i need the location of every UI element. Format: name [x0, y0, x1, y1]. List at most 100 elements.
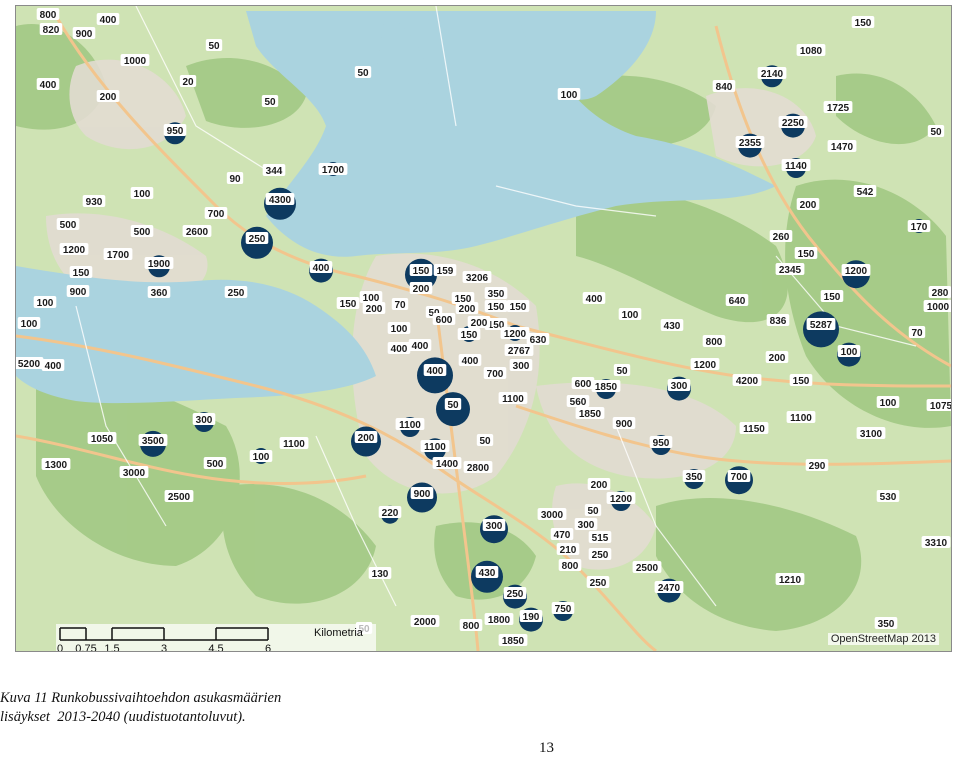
population-label: 950 [653, 438, 670, 449]
population-label: 100 [37, 298, 54, 309]
population-label: 750 [555, 604, 572, 615]
population-label: 250 [592, 550, 609, 561]
population-label: 350 [878, 619, 895, 630]
population-label: 840 [716, 82, 733, 93]
population-label: 2140 [761, 69, 784, 80]
population-label: 150 [73, 268, 90, 279]
population-label: 400 [427, 366, 444, 377]
caption-line-2a: lisäykset [0, 709, 50, 725]
population-label: 100 [253, 452, 270, 463]
scale-tick-label: 3 [161, 643, 167, 652]
population-label: 200 [471, 318, 488, 329]
map-credit: OpenStreetMap 2013 [827, 633, 939, 645]
population-label: 70 [911, 328, 923, 339]
population-label: 530 [880, 492, 897, 503]
population-label: 159 [437, 266, 454, 277]
population-label: 930 [86, 197, 103, 208]
population-label: 100 [21, 319, 38, 330]
population-label: 3000 [123, 468, 146, 479]
population-label: 500 [134, 227, 151, 238]
population-label: 250 [590, 578, 607, 589]
population-label: 1100 [790, 413, 812, 424]
population-label: 400 [40, 80, 57, 91]
population-label: 600 [575, 379, 592, 390]
population-label: 2470 [658, 583, 681, 594]
population-label: 50 [479, 436, 491, 447]
population-label: 1200 [63, 245, 86, 256]
population-label: 1100 [399, 420, 421, 431]
population-label: 430 [479, 568, 496, 579]
population-label: 400 [412, 341, 429, 352]
figure-caption: Kuva 11 Runkobussivaihtoehdon asukasmäär… [0, 689, 281, 727]
population-label: 100 [561, 90, 578, 101]
population-label: 836 [770, 316, 787, 327]
population-label: 200 [100, 92, 117, 103]
population-label: 1100 [424, 442, 446, 453]
population-label: 1100 [502, 394, 524, 405]
caption-line-2: lisäykset 2013-2040 (uudistuotantoluvut)… [0, 708, 281, 727]
population-label: 300 [486, 521, 503, 532]
population-label: 400 [45, 361, 62, 372]
population-label: 400 [391, 344, 408, 355]
population-label: 1000 [927, 302, 950, 313]
population-label: 150 [798, 249, 815, 260]
population-label: 1075 [930, 401, 951, 412]
population-label: 100 [880, 398, 897, 409]
population-label: 1800 [488, 615, 511, 626]
population-label: 200 [800, 200, 817, 211]
population-label: 2250 [782, 118, 805, 129]
population-label: 1200 [504, 329, 527, 340]
population-label: 130 [372, 569, 389, 580]
population-label: 800 [40, 10, 57, 21]
population-label: 20 [182, 77, 194, 88]
population-label: 1080 [800, 46, 823, 57]
population-label: 200 [459, 304, 476, 315]
population-label: 200 [358, 433, 375, 444]
population-label: 250 [507, 589, 524, 600]
population-label: 700 [208, 209, 225, 220]
population-label: 5200 [18, 359, 41, 370]
population-label: 1400 [436, 459, 459, 470]
population-label: 150 [340, 299, 357, 310]
population-label: 170 [911, 222, 928, 233]
population-label: 1200 [694, 360, 717, 371]
population-label: 1300 [45, 460, 68, 471]
population-label: 200 [769, 353, 786, 364]
population-label: 360 [151, 288, 168, 299]
population-label: 1210 [779, 575, 802, 586]
population-label: 190 [523, 612, 540, 623]
caption-line-2b: 2013-2040 (uudistuotantoluvut). [57, 709, 246, 725]
population-label: 2767 [508, 346, 531, 357]
population-label: 250 [228, 288, 245, 299]
population-label: 70 [394, 300, 406, 311]
population-label: 100 [391, 324, 408, 335]
population-label: 150 [488, 302, 505, 313]
scale-tick-label: 4,5 [208, 643, 223, 652]
population-label: 1150 [743, 424, 765, 435]
population-label: 100 [622, 310, 639, 321]
population-label: 300 [513, 361, 530, 372]
map-view[interactable]: 800 820 900 400 1000 400 200 20 50 50 50 150 1080 214… [15, 5, 952, 652]
population-label: 50 [264, 97, 276, 108]
population-label: 150 [855, 18, 872, 29]
population-label: 150 [461, 330, 478, 341]
caption-line-1: Kuva 11 Runkobussivaihtoehdon asukasmäär… [0, 690, 282, 706]
scale-tick-label: 0 [57, 643, 63, 652]
scale-tick-label: 6 [265, 643, 271, 652]
population-label: 400 [586, 294, 603, 305]
population-label: 4300 [269, 195, 292, 206]
population-label: 1100 [283, 439, 305, 450]
population-label: 150 [510, 302, 527, 313]
population-label: 2500 [636, 563, 659, 574]
population-label: 2345 [779, 265, 802, 276]
population-label: 50 [447, 400, 459, 411]
population-label: 900 [414, 489, 431, 500]
population-label: 150 [413, 266, 430, 277]
scale-bar: 0 0,75 1,5 3 4,5 6 Kilometria [56, 624, 376, 652]
population-label: 150 [824, 292, 841, 303]
population-label: 3206 [466, 273, 489, 284]
population-label: 900 [76, 29, 93, 40]
population-label: 50 [616, 366, 628, 377]
map-canvas[interactable]: 800820 9004001000400200205050501501080214… [16, 6, 951, 651]
population-label: 1000 [124, 56, 147, 67]
